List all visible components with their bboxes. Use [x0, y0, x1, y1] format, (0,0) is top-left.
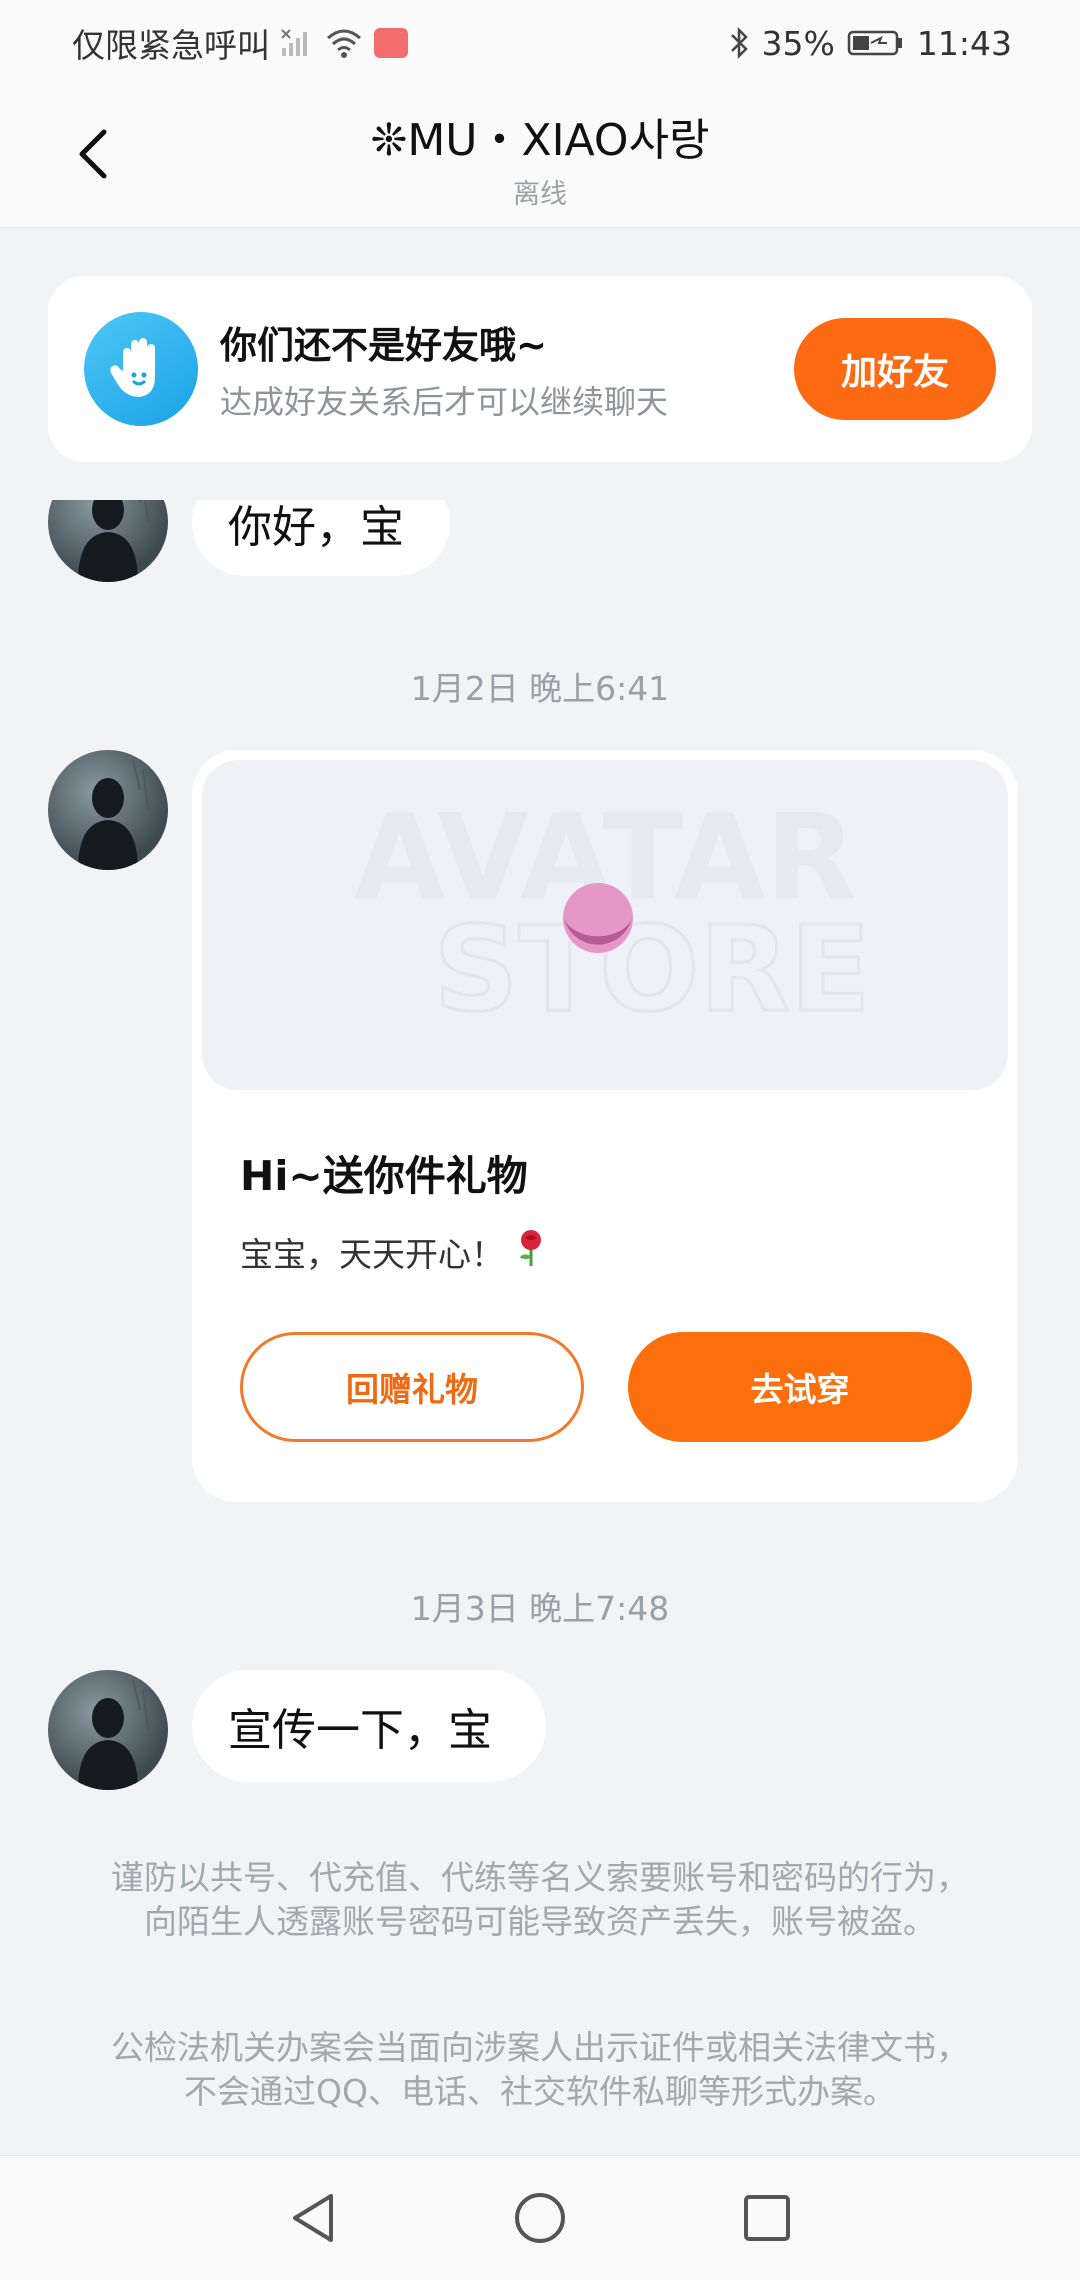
rose-icon	[514, 1228, 548, 1276]
safety-notice: 谨防以共号、代充值、代练等名义索要账号和密码的行为，向陌生人透露账号密码可能导致…	[111, 1858, 969, 1941]
gift-message-text: 宝宝，天天开心！	[240, 1235, 504, 1274]
banner-subtitle: 达成好友关系后才可以继续聊天	[220, 383, 669, 421]
status-left: 仅限紧急呼叫	[72, 19, 408, 67]
gift-preview-image[interactable]: AVATAR STORE	[202, 760, 1008, 1090]
avatar[interactable]	[48, 750, 168, 870]
chat-screen: 仅限紧急呼叫 35% 11:43 ❊MU・XIAO사랑 离线 你们还不是好友哦~…	[0, 0, 1080, 2280]
nav-home-button[interactable]	[500, 2178, 580, 2258]
back-triangle-icon	[293, 2194, 334, 2242]
safety-notice: 公检法机关办案会当面向涉案人出示证件或相关法律文书，不会通过QQ、电话、社交软件…	[111, 2028, 969, 2111]
signal-icon	[280, 26, 314, 60]
not-friend-banner: 你们还不是好友哦~ 达成好友关系后才可以继续聊天 加好友	[48, 276, 1032, 462]
banner-text: 你们还不是好友哦~ 达成好友关系后才可以继续聊天	[220, 315, 668, 423]
add-friend-button[interactable]: 加好友	[794, 318, 996, 420]
header-title-wrap: ❊MU・XIAO사랑 离线	[0, 104, 1080, 211]
status-bar: 仅限紧急呼叫 35% 11:43	[0, 0, 1080, 86]
wifi-icon	[324, 26, 364, 60]
nav-recents-button[interactable]	[727, 2178, 807, 2258]
avatar[interactable]	[48, 1670, 168, 1790]
app-badge-icon	[374, 28, 408, 58]
online-status: 离线	[513, 179, 567, 210]
avatar[interactable]	[48, 500, 168, 582]
clock: 11:43	[916, 23, 1012, 63]
nav-back-button[interactable]	[273, 2178, 353, 2258]
recents-square-icon	[743, 2195, 790, 2241]
gift-message: 宝宝，天天开心！	[240, 1228, 548, 1276]
contact-name[interactable]: ❊MU・XIAO사랑	[370, 104, 709, 168]
message-timestamp: 1月3日 晚上7:48	[410, 1589, 670, 1628]
bluetooth-icon	[728, 26, 750, 60]
message-bubble[interactable]: 宣传一下，宝	[192, 1670, 546, 1782]
watermark-store: STORE	[433, 900, 870, 1038]
hand-wave-icon	[84, 312, 198, 426]
message-bubble[interactable]: 你好，宝	[192, 500, 450, 576]
gift-card[interactable]: AVATAR STORE Hi~送你件礼物 宝宝，天天开心！ 回赠礼物 去试穿	[192, 750, 1018, 1502]
carrier-text: 仅限紧急呼叫	[72, 26, 270, 65]
home-circle-icon	[514, 2193, 565, 2243]
system-nav-bar	[0, 2155, 1080, 2280]
message-list[interactable]: 你好，宝 1月2日 晚上6:41 AVATAR STORE Hi~送你件礼物 宝…	[0, 500, 1080, 2155]
battery-icon	[847, 28, 905, 58]
status-right: 35% 11:43	[728, 24, 1012, 63]
gift-title: Hi~送你件礼物	[240, 1152, 528, 1200]
try-on-button[interactable]: 去试穿	[628, 1332, 972, 1442]
return-gift-button[interactable]: 回赠礼物	[240, 1332, 584, 1442]
chat-header: ❊MU・XIAO사랑 离线	[0, 86, 1080, 228]
message-text: 宣传一下，宝	[228, 1705, 492, 1756]
message-text: 你好，宝	[228, 502, 404, 553]
message-timestamp: 1月2日 晚上6:41	[410, 669, 670, 708]
banner-title: 你们还不是好友哦~	[220, 324, 548, 367]
battery-percent: 35%	[761, 23, 835, 63]
